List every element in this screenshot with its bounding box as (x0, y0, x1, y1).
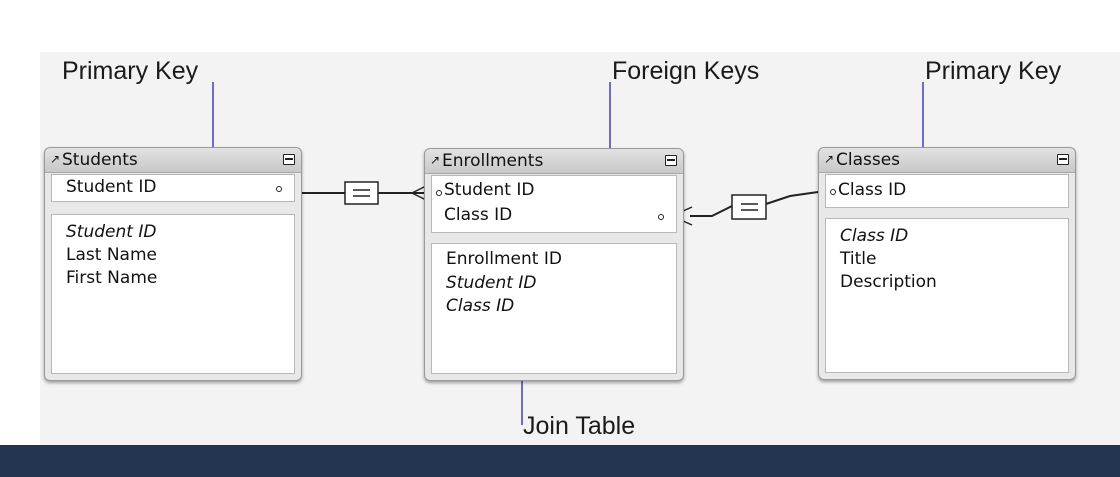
key-field[interactable]: Class ID (444, 204, 512, 226)
key-fields-section: Student ID (51, 174, 295, 202)
key-field[interactable]: Student ID (66, 176, 156, 198)
table-title: Enrollments (442, 151, 544, 171)
key-dot-icon (658, 214, 664, 220)
fields-section: Student ID Last Name First Name (51, 214, 295, 374)
table-title: Classes (836, 150, 901, 170)
table-students[interactable]: ↗ Students Student ID Student ID Last Na… (44, 147, 302, 381)
table-classes[interactable]: ↗ Classes Class ID Class ID Title Descri… (818, 147, 1076, 380)
fields-section: Class ID Title Description (825, 218, 1069, 373)
field-item[interactable]: Class ID (446, 295, 514, 317)
callout-foreign-keys: Foreign Keys (612, 57, 760, 85)
equals-operator-icon[interactable] (731, 194, 767, 220)
key-dot-icon (436, 190, 442, 196)
key-fields-section: Student ID Class ID (431, 175, 677, 233)
key-dot-icon (276, 186, 282, 192)
table-arrow-icon[interactable]: ↗ (50, 152, 60, 166)
field-item[interactable]: Class ID (840, 225, 908, 247)
field-item[interactable]: Student ID (446, 272, 536, 294)
callout-primary-key-right: Primary Key (925, 57, 1062, 85)
table-title: Students (62, 150, 138, 170)
callout-primary-key-left: Primary Key (62, 57, 199, 85)
key-field[interactable]: Class ID (838, 179, 906, 201)
callout-join-table: Join Table (523, 412, 636, 440)
collapse-icon[interactable] (1057, 154, 1069, 165)
relationship-students-enrollments[interactable] (300, 181, 433, 205)
table-header[interactable]: ↗ Students (45, 148, 301, 173)
fields-section: Enrollment ID Student ID Class ID (431, 243, 677, 374)
field-item[interactable]: Title (840, 248, 876, 270)
table-enrollments[interactable]: ↗ Enrollments Student ID Class ID Enroll… (424, 148, 684, 381)
equals-operator-icon[interactable] (344, 181, 379, 205)
key-fields-section: Class ID (825, 174, 1069, 208)
table-header[interactable]: ↗ Enrollments (425, 149, 683, 174)
relationship-enrollments-classes[interactable] (671, 191, 819, 226)
collapse-icon[interactable] (283, 154, 295, 165)
key-field[interactable]: Student ID (444, 179, 534, 201)
field-item[interactable]: Enrollment ID (446, 248, 562, 270)
table-header[interactable]: ↗ Classes (819, 148, 1075, 173)
table-arrow-icon[interactable]: ↗ (430, 153, 440, 167)
field-item[interactable]: First Name (66, 267, 157, 289)
field-item[interactable]: Student ID (66, 221, 156, 243)
bottom-bar (0, 445, 1120, 477)
field-item[interactable]: Last Name (66, 244, 157, 266)
key-dot-icon (830, 189, 836, 195)
diagram-canvas: Primary Key Foreign Keys Primary Key Joi… (0, 0, 1120, 445)
collapse-icon[interactable] (665, 155, 677, 166)
table-arrow-icon[interactable]: ↗ (824, 152, 834, 166)
field-item[interactable]: Description (840, 271, 937, 293)
